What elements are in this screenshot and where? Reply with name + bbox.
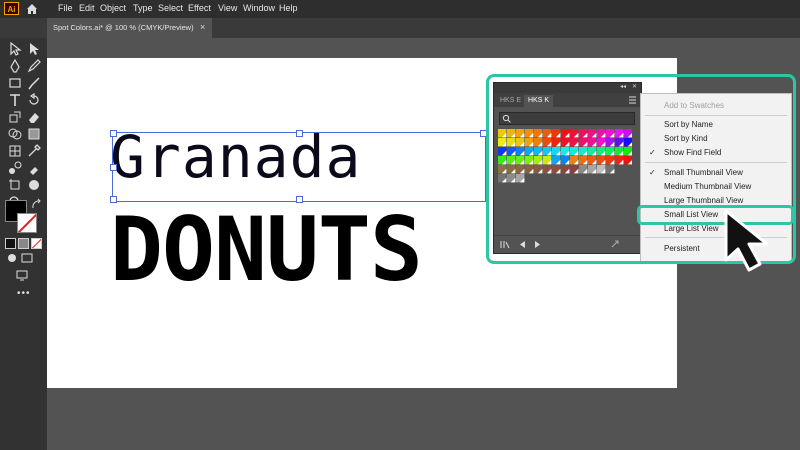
eraser-tool-icon[interactable] (27, 110, 41, 124)
menu-select[interactable]: Select (158, 3, 183, 13)
menu-effect[interactable]: Effect (188, 3, 211, 13)
menu-view[interactable]: View (218, 3, 237, 13)
gradient-mode-icon[interactable] (18, 238, 29, 249)
menu-object[interactable]: Object (100, 3, 126, 13)
bbox-handle[interactable] (110, 164, 117, 171)
tools-panel: ••• (0, 38, 47, 450)
selection-bounding-box[interactable] (110, 130, 487, 203)
screen-mode-icon[interactable] (20, 251, 34, 265)
mouse-cursor-icon (724, 209, 769, 272)
menu-help[interactable]: Help (279, 3, 298, 13)
paintbrush-tool-icon[interactable] (27, 76, 41, 90)
menu-window[interactable]: Window (243, 3, 275, 13)
menu-type[interactable]: Type (133, 3, 153, 13)
app-logo[interactable]: Ai (4, 2, 19, 15)
document-tab-title: Spot Colors.ai* @ 100 % (CMYK/Preview) (53, 23, 194, 32)
stroke-color-swatch[interactable] (17, 213, 37, 233)
eyedropper-tool-icon[interactable] (27, 144, 41, 158)
home-icon[interactable] (25, 2, 39, 16)
shape-builder-tool-icon[interactable] (8, 127, 22, 141)
rotate-tool-icon[interactable] (27, 93, 41, 107)
draw-mode-icon[interactable] (5, 251, 19, 265)
none-mode-icon[interactable] (31, 238, 42, 249)
mesh-tool-icon[interactable] (8, 144, 22, 158)
text-donuts[interactable]: DONUTS (110, 200, 423, 300)
more-tools-icon[interactable]: ••• (17, 288, 31, 299)
symbol-sprayer-tool-icon[interactable] (27, 178, 41, 192)
scale-tool-icon[interactable] (8, 110, 22, 124)
type-tool-icon[interactable] (8, 93, 22, 107)
document-tab[interactable]: Spot Colors.ai* @ 100 % (CMYK/Preview) × (47, 18, 212, 38)
direct-selection-tool-icon[interactable] (27, 42, 41, 56)
swap-fill-stroke-icon[interactable] (30, 198, 44, 212)
change-screen-mode-icon[interactable] (15, 268, 29, 282)
gradient-tool-icon[interactable] (27, 127, 41, 141)
selection-tool-icon[interactable] (8, 42, 22, 56)
pen-tool-icon[interactable] (8, 59, 22, 73)
live-paint-tool-icon[interactable] (27, 161, 41, 175)
pencil-tool-icon[interactable] (27, 59, 41, 73)
bbox-handle[interactable] (296, 130, 303, 137)
blend-tool-icon[interactable] (8, 161, 22, 175)
document-tab-bar: Spot Colors.ai* @ 100 % (CMYK/Preview) × (0, 18, 800, 38)
rectangle-tool-icon[interactable] (8, 76, 22, 90)
menu-bar: Ai File Edit Object Type Select Effect V… (0, 0, 800, 18)
color-mode-icon[interactable] (5, 238, 16, 249)
menu-edit[interactable]: Edit (79, 3, 95, 13)
menu-file[interactable]: File (58, 3, 73, 13)
close-icon[interactable]: × (200, 22, 205, 32)
bbox-handle[interactable] (110, 130, 117, 137)
artboard-tool-icon[interactable] (8, 178, 22, 192)
